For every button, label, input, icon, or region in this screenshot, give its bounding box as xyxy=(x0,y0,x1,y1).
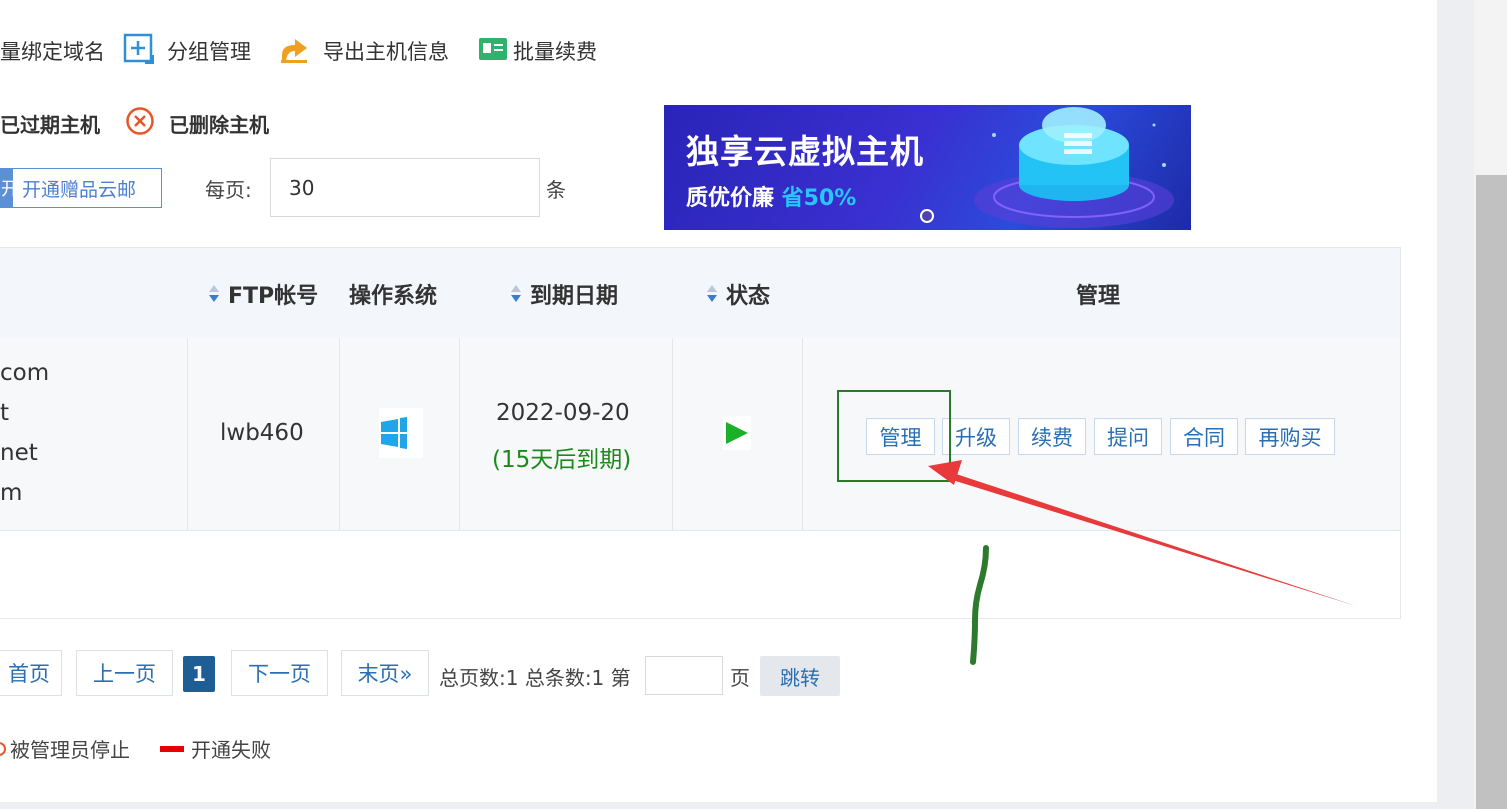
bottom-gutter xyxy=(0,802,1437,809)
sort-icon xyxy=(208,285,220,303)
export-host-label: 导出主机信息 xyxy=(323,40,449,64)
current-page[interactable]: 1 xyxy=(183,656,215,692)
sort-icon xyxy=(510,285,522,303)
legend-open-failed: 开通失败 xyxy=(160,734,271,763)
promo-label: 开通赠品云邮 xyxy=(22,178,137,201)
th-os: 操作系统 xyxy=(349,278,437,310)
banner-subtitle: 质优价廉 省50% xyxy=(686,180,856,212)
scrollbar-thumb[interactable] xyxy=(1476,175,1507,809)
table-header: FTP帐号 操作系统 到期日期 状态 管理 xyxy=(0,248,1400,339)
promo-left-glyph: 开 xyxy=(1,169,13,207)
domain-line-4[interactable]: m xyxy=(0,480,22,506)
promo-banner[interactable]: 独享云虚拟主机 质优价廉 省50% xyxy=(664,105,1191,230)
next-page-button[interactable]: 下一页 xyxy=(231,650,328,696)
sort-icon xyxy=(706,285,718,303)
batch-renew-label: 批量续费 xyxy=(513,40,597,64)
rebuy-button[interactable]: 再购买 xyxy=(1245,418,1335,455)
last-page-button[interactable]: 末页» xyxy=(341,650,429,696)
add-square-icon xyxy=(123,33,155,70)
group-manage-link[interactable]: 分组管理 xyxy=(123,33,251,70)
page-unit: 页 xyxy=(730,666,750,690)
th-os-label: 操作系统 xyxy=(349,284,438,309)
upgrade-button[interactable]: 升级 xyxy=(942,418,1010,455)
domain-line-1[interactable]: com xyxy=(0,360,49,386)
per-page-input[interactable]: 30 xyxy=(270,158,540,217)
contract-button[interactable]: 合同 xyxy=(1170,418,1238,455)
legend-open-failed-label: 开通失败 xyxy=(191,738,271,762)
domain-line-2[interactable]: t xyxy=(0,400,9,426)
windows-icon xyxy=(379,408,423,458)
th-ftp-label: FTP帐号 xyxy=(228,284,319,309)
prev-page-button[interactable]: 上一页 xyxy=(76,650,173,696)
bind-domain-link[interactable]: 量绑定域名 xyxy=(0,34,105,68)
banner-sub-prefix: 质优价廉 xyxy=(686,186,782,211)
host-table: FTP帐号 操作系统 到期日期 状态 管理 com t net m lwb460 xyxy=(0,247,1401,619)
th-expire-label: 到期日期 xyxy=(530,284,619,309)
jump-button[interactable]: 跳转 xyxy=(760,656,840,696)
export-host-link[interactable]: 导出主机信息 xyxy=(279,34,449,68)
th-manage-label: 管理 xyxy=(1076,284,1121,309)
first-page-label: 首页 xyxy=(8,662,50,686)
filter-deleted-label: 已删除主机 xyxy=(169,112,269,137)
highlight-box-annotation xyxy=(837,390,951,482)
batch-renew-link[interactable]: 批量续费 xyxy=(479,34,597,68)
stopped-dot-icon xyxy=(0,741,6,756)
bind-domain-label: 量绑定域名 xyxy=(0,40,105,64)
page-jump-input[interactable] xyxy=(645,656,723,695)
ftp-account: lwb460 xyxy=(220,420,304,446)
per-page-label: 每页: xyxy=(205,178,252,202)
banner-title: 独享云虚拟主机 xyxy=(686,132,924,171)
banner-sub-highlight: 省50% xyxy=(781,186,857,211)
play-icon xyxy=(723,416,751,450)
renew-button[interactable]: 续费 xyxy=(1018,418,1086,455)
per-page-unit: 条 xyxy=(546,178,566,202)
card-icon xyxy=(479,37,507,65)
per-page-value: 30 xyxy=(289,175,315,200)
legend-admin-stopped: 被管理员停止 xyxy=(0,734,130,763)
th-manage: 管理 xyxy=(1076,278,1120,310)
fail-bar-icon xyxy=(160,745,184,752)
filter-deleted[interactable]: 已删除主机 xyxy=(125,106,269,140)
th-ftp[interactable]: FTP帐号 xyxy=(208,278,318,310)
th-status-label: 状态 xyxy=(726,284,771,309)
banner-carousel-dot[interactable] xyxy=(920,209,934,223)
filter-expired-label: 已过期主机 xyxy=(0,112,100,137)
cloud-server-illustration xyxy=(974,107,1174,228)
group-manage-label: 分组管理 xyxy=(167,40,251,64)
open-gift-mail-button[interactable]: 开 开通赠品云邮 xyxy=(0,168,162,208)
domain-line-3[interactable]: net xyxy=(0,440,38,466)
pagination-info: 总页数:1 总条数:1 第 xyxy=(439,666,631,690)
export-arrow-icon xyxy=(279,33,311,70)
legend-admin-stopped-label: 被管理员停止 xyxy=(10,738,130,762)
th-status[interactable]: 状态 xyxy=(706,278,770,310)
expire-remaining: (15天后到期) xyxy=(492,447,632,473)
circle-x-icon xyxy=(125,106,155,141)
table-row: com t net m lwb460 2022-09-20 (15天后到期) 管… xyxy=(0,338,1400,531)
first-page-button[interactable]: 首页 xyxy=(0,650,62,696)
filter-expired[interactable]: 已过期主机 xyxy=(0,106,100,140)
expire-date: 2022-09-20 xyxy=(496,400,630,426)
th-expire[interactable]: 到期日期 xyxy=(510,278,618,310)
ask-button[interactable]: 提问 xyxy=(1094,418,1162,455)
